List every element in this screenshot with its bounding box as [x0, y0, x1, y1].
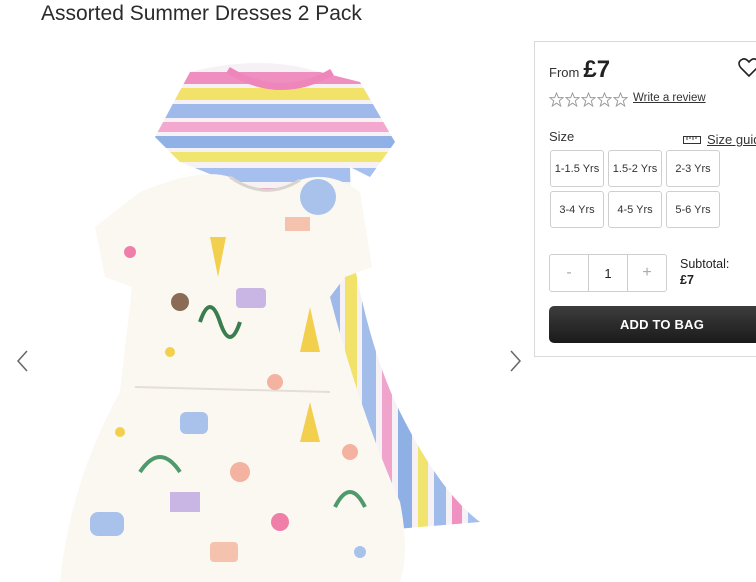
quantity-input[interactable]: 1	[588, 255, 628, 291]
chevron-right-icon	[510, 350, 522, 372]
star-icon	[581, 92, 596, 107]
subtotal-amount: £7	[680, 273, 694, 287]
size-guide-label: Size guide	[707, 132, 756, 147]
star-icon	[549, 92, 564, 107]
size-label: Size	[549, 129, 575, 144]
size-option-2-3[interactable]: 2-3 Yrs	[666, 150, 720, 187]
price: From £7	[549, 56, 610, 84]
heart-icon[interactable]	[737, 56, 756, 80]
chevron-left-icon	[16, 350, 28, 372]
gallery-next-button[interactable]	[504, 345, 528, 377]
add-to-bag-button[interactable]: ADD TO BAG	[549, 306, 756, 343]
price-value: £7	[583, 56, 611, 83]
size-option-1-1.5[interactable]: 1-1.5 Yrs	[550, 150, 604, 187]
quantity-increase-button[interactable]: +	[628, 255, 666, 291]
rating-stars	[549, 92, 628, 107]
size-guide-link[interactable]: Size guide	[683, 132, 756, 147]
subtotal-label: Subtotal:	[680, 257, 730, 271]
size-option-5-6[interactable]: 5-6 Yrs	[666, 191, 720, 228]
star-icon	[597, 92, 612, 107]
product-gallery	[0, 40, 534, 582]
quantity-stepper: - 1 +	[549, 254, 667, 292]
printed-dress	[60, 174, 405, 582]
subtotal: Subtotal: £7	[680, 256, 729, 288]
product-image	[60, 63, 480, 582]
star-icon	[613, 92, 628, 107]
ruler-icon	[683, 135, 701, 144]
size-option-3-4[interactable]: 3-4 Yrs	[550, 191, 604, 228]
star-icon	[565, 92, 580, 107]
price-from-label: From	[549, 65, 580, 80]
quantity-decrease-button[interactable]: -	[550, 255, 588, 291]
gallery-prev-button[interactable]	[10, 345, 34, 377]
size-option-1.5-2[interactable]: 1.5-2 Yrs	[608, 150, 662, 187]
size-options: 1-1.5 Yrs 1.5-2 Yrs 2-3 Yrs 3-4 Yrs 4-5 …	[550, 150, 725, 228]
product-title: Assorted Summer Dresses 2 Pack	[41, 2, 362, 25]
purchase-panel: From £7 Write a review Size Size guide 1…	[534, 41, 756, 357]
write-review-link[interactable]: Write a review	[633, 92, 706, 104]
size-option-4-5[interactable]: 4-5 Yrs	[608, 191, 662, 228]
